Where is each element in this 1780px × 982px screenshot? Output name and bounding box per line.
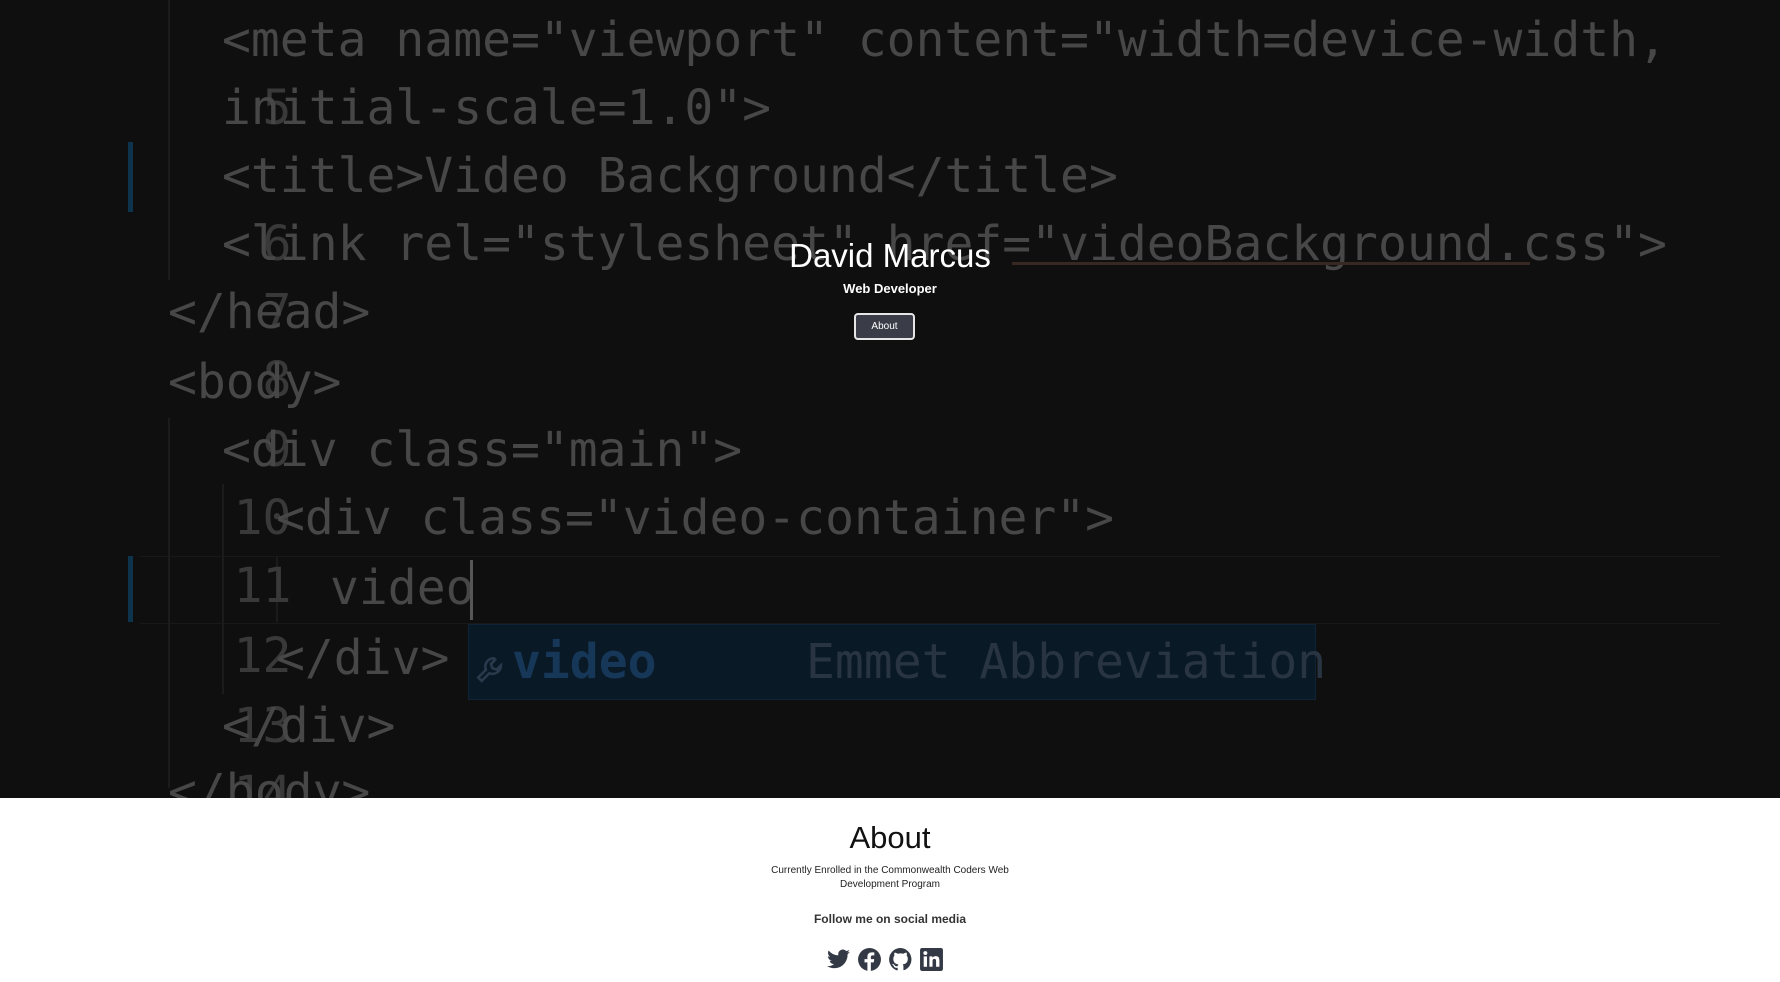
hero-role: Web Developer — [843, 281, 937, 296]
code-text: <meta name="viewport" content="width=dev… — [222, 12, 1667, 68]
hero-section: 5 <meta name="viewport" content="width=d… — [0, 0, 1780, 798]
twitter-icon[interactable] — [826, 947, 851, 972]
code-text: </div> — [222, 698, 396, 754]
social-links — [826, 947, 944, 973]
code-line: 5 — [0, 6, 291, 136]
code-text: </body> — [168, 764, 371, 798]
follow-heading: Follow me on social media — [813, 912, 967, 926]
code-text: initial-scale=1.0"> — [222, 80, 772, 136]
code-line: 6 — [0, 142, 291, 272]
line-number: 11 — [233, 558, 292, 614]
suggestion-word: video — [512, 634, 657, 690]
line-number: 12 — [233, 628, 292, 684]
wrench-icon — [474, 644, 508, 683]
video-background: 5 <meta name="viewport" content="width=d… — [0, 0, 1780, 798]
code-line: 11 — [0, 484, 292, 614]
code-line: 12 — [0, 554, 292, 684]
github-icon[interactable] — [888, 947, 913, 972]
code-text: <div class="main"> — [222, 422, 743, 478]
code-text: video — [330, 560, 475, 616]
code-text: <body> — [168, 354, 342, 410]
suggestion-description: Emmet Abbreviation — [806, 634, 1327, 690]
code-line: 9 — [0, 348, 291, 478]
about-text: Currently Enrolled in the Commonwealth C… — [771, 865, 1009, 890]
facebook-icon[interactable] — [857, 947, 882, 972]
hero-name: David Marcus — [789, 237, 991, 274]
about-title: About — [849, 820, 931, 855]
code-text: </div> — [276, 630, 450, 686]
code-line: 14 — [0, 692, 292, 798]
line-number: 10 — [233, 490, 292, 546]
about-button[interactable]: About — [854, 313, 915, 340]
code-line: 15 — [0, 758, 173, 798]
code-text: <div class="video-container"> — [276, 490, 1115, 546]
code-line: 10 — [0, 416, 292, 546]
text-cursor — [470, 560, 473, 620]
code-line: 13 — [0, 624, 292, 754]
linkedin-icon[interactable] — [919, 947, 944, 972]
code-text: <title>Video Background</title> — [222, 148, 1118, 204]
